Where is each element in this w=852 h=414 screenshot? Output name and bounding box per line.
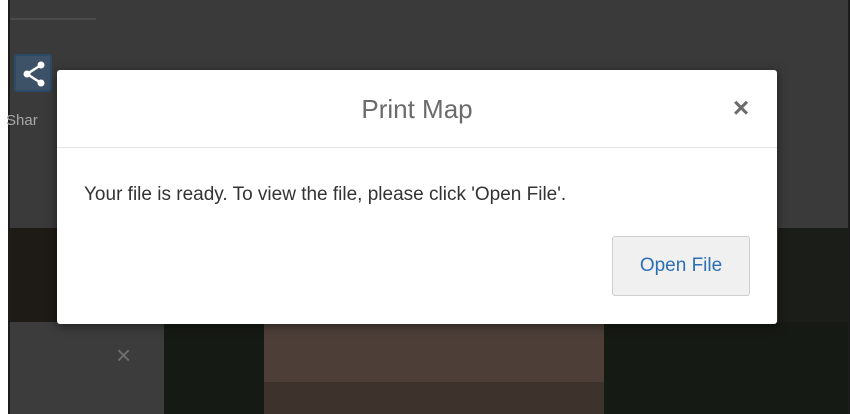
- screen: Shar × Print Map × Your file is ready. T…: [0, 0, 852, 414]
- map-feature-shadow: [264, 382, 604, 414]
- close-icon[interactable]: ×: [116, 342, 131, 368]
- toolbar-divider: [10, 18, 96, 20]
- close-icon[interactable]: ×: [727, 94, 755, 122]
- window-border-right: [848, 0, 850, 414]
- dialog-message: Your file is ready. To view the file, pl…: [84, 184, 567, 205]
- share-button[interactable]: Shar: [6, 54, 54, 134]
- side-panel: ×: [10, 322, 164, 414]
- share-label: Shar: [6, 112, 38, 129]
- open-file-button[interactable]: Open File: [612, 236, 750, 296]
- map-background-left: [10, 228, 58, 322]
- share-icon[interactable]: [14, 54, 52, 92]
- map-view[interactable]: [164, 322, 848, 414]
- dialog-title: Print Map: [361, 94, 473, 124]
- dialog-header: Print Map ×: [57, 70, 777, 148]
- print-map-dialog: Print Map × Your file is ready. To view …: [57, 70, 777, 324]
